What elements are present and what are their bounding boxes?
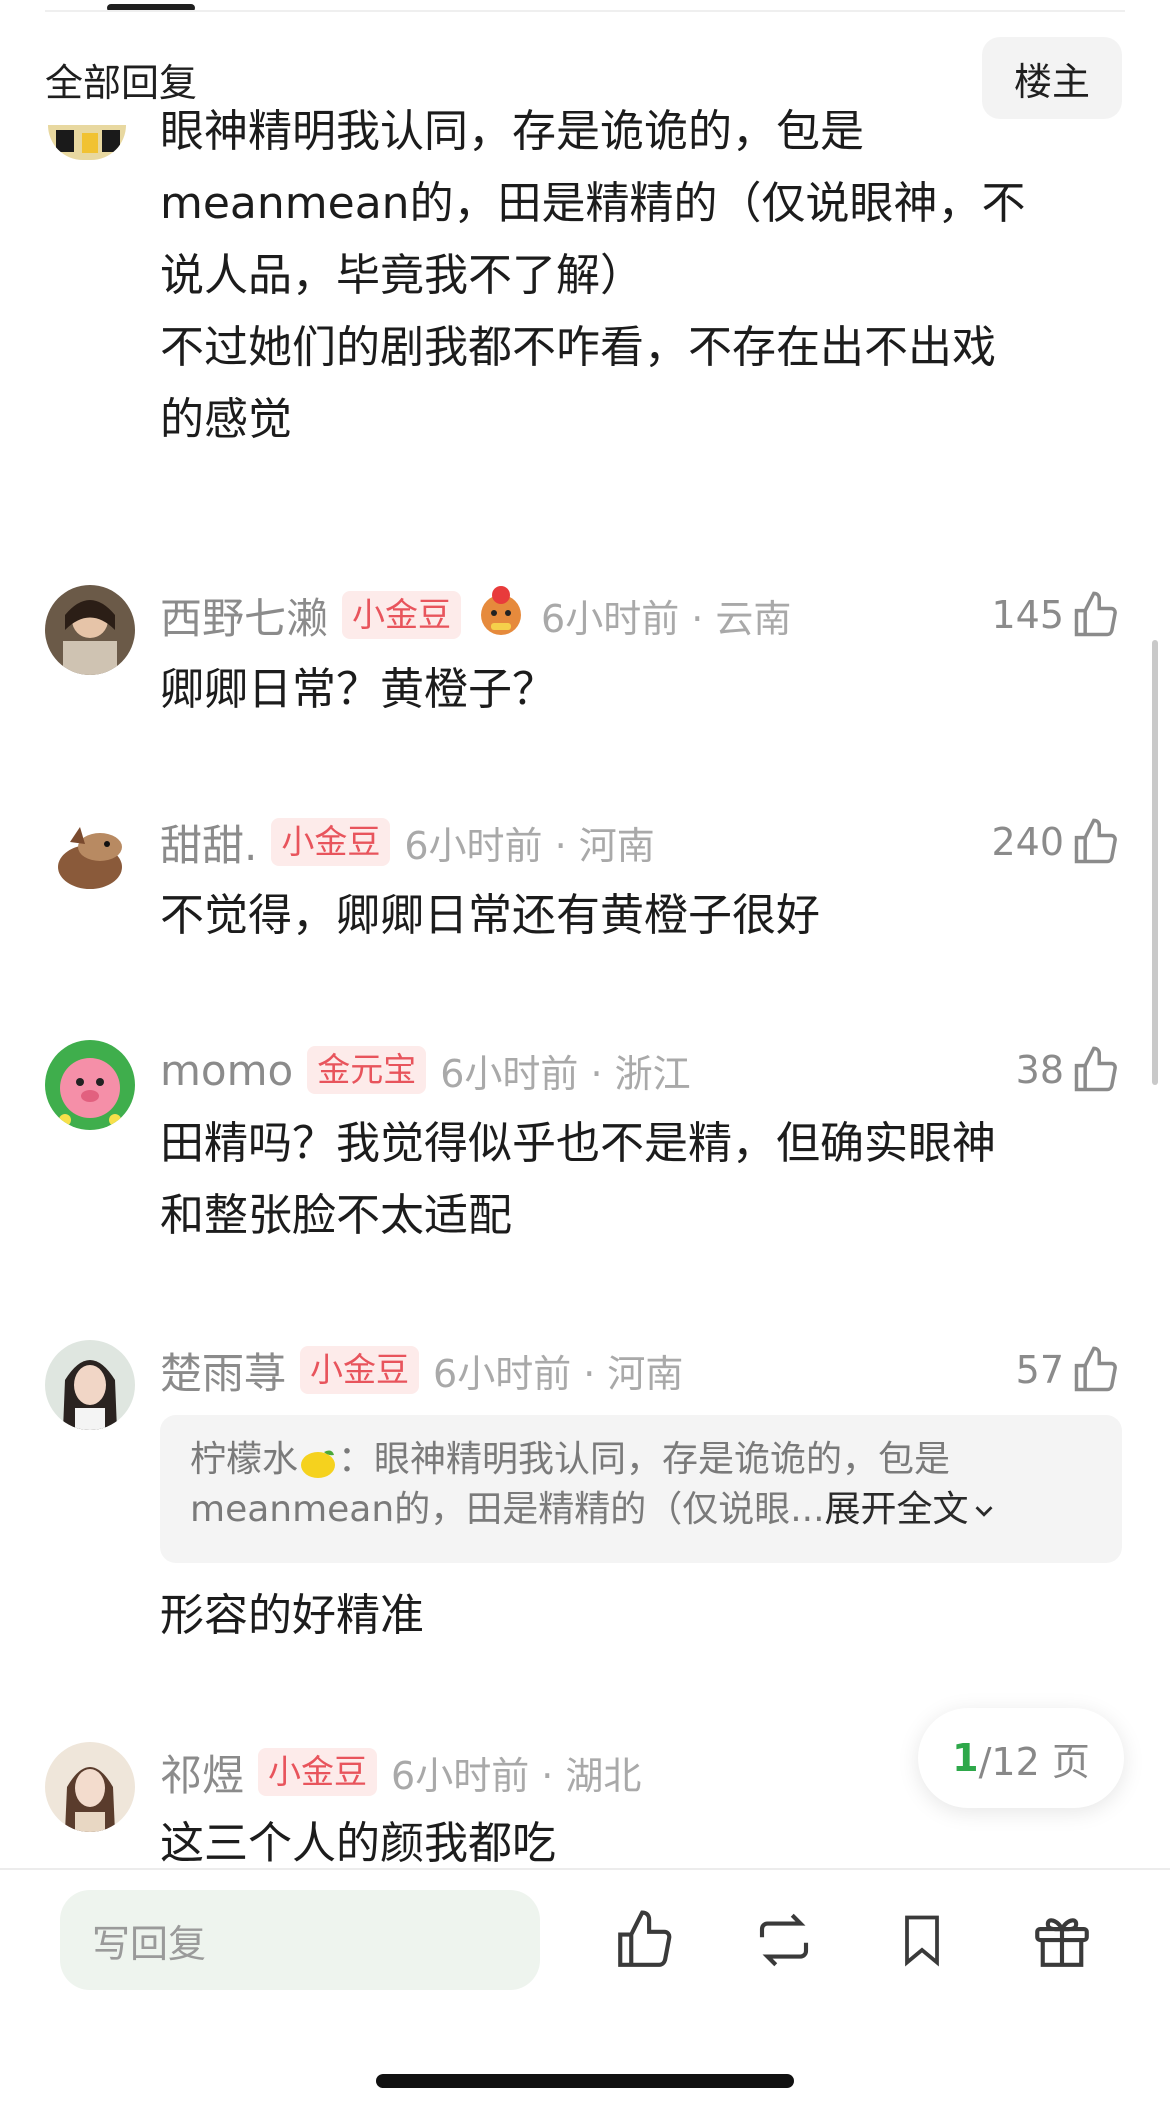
timestamp-location: 6小时前 · 湖北: [391, 1753, 642, 1798]
comment-text: 卿卿日常？黄橙子？: [160, 664, 556, 715]
username[interactable]: 甜甜.: [160, 812, 257, 873]
like-count: 240: [991, 820, 1064, 864]
home-indicator: [376, 2074, 794, 2088]
current-page: 1: [952, 1736, 979, 1780]
like-count: 57: [1015, 1348, 1064, 1392]
username[interactable]: momo: [160, 1046, 293, 1095]
status-badge: 小金豆: [271, 818, 391, 866]
comment-text: 形容的好精准: [160, 1590, 424, 1641]
quote-author[interactable]: 柠檬水: [190, 1439, 298, 1480]
mascot-icon: [475, 583, 527, 647]
status-badge: 小金豆: [300, 1346, 420, 1394]
expand-full-text-link[interactable]: 展开全文: [825, 1489, 969, 1530]
quoted-comment[interactable]: 柠檬水 ：眼神精明我认同，存是诡诡的，包是 meanmean的，田是精精的（仅说眼…: [160, 1415, 1122, 1563]
status-badge: 小金豆: [258, 1748, 378, 1796]
comment-text: 眼神精明我认同，存是诡诡的，包是 meanmean的，田是精精的（仅说眼神，不 …: [160, 106, 1026, 445]
like-button[interactable]: [605, 1900, 685, 1980]
bookmark-icon: [905, 1915, 939, 1967]
avatar[interactable]: [45, 1742, 135, 1832]
timestamp-location: 6小时前 · 河南: [404, 823, 655, 868]
avatar[interactable]: [45, 1040, 135, 1130]
username[interactable]: 楚雨荨: [160, 1340, 286, 1401]
avatar[interactable]: [48, 125, 126, 160]
avatar[interactable]: [45, 585, 135, 675]
gift-button[interactable]: [1022, 1900, 1102, 1980]
comment-text: 田精吗？我觉得似乎也不是精，但确实眼神 和整张脸不太适配: [160, 1118, 996, 1241]
like-button[interactable]: 145: [991, 585, 1122, 645]
thumbs-up-icon: [618, 1910, 672, 1967]
page-indicator[interactable]: 1 /12 页: [918, 1708, 1124, 1808]
chevron-down-icon: [975, 1506, 993, 1517]
status-badge: 小金豆: [342, 591, 462, 639]
comment-text: 不觉得，卿卿日常还有黄橙子很好: [160, 890, 820, 941]
username[interactable]: 西野七濑: [160, 585, 328, 646]
total-pages: /12 页: [978, 1739, 1090, 1784]
thumbs-up-icon: [1074, 1346, 1117, 1392]
thumbs-up-icon: [1074, 1046, 1117, 1092]
timestamp-location: 6小时前 · 河南: [433, 1351, 684, 1396]
status-badge: 金元宝: [307, 1046, 427, 1094]
repost-button[interactable]: [744, 1900, 824, 1980]
timestamp-location: 6小时前 · 浙江: [440, 1051, 691, 1096]
avatar[interactable]: [45, 1340, 135, 1430]
avatar[interactable]: [45, 812, 135, 902]
timestamp-location: 6小时前 · 云南: [541, 596, 792, 641]
like-count: 38: [1015, 1048, 1064, 1092]
username[interactable]: 祁煜: [160, 1742, 244, 1803]
like-button[interactable]: 240: [991, 812, 1122, 872]
divider: [45, 10, 1125, 12]
reply-input[interactable]: 写回复: [60, 1890, 540, 1990]
thumbs-up-icon: [1074, 591, 1117, 637]
bookmark-button[interactable]: [882, 1900, 962, 1980]
lemon-icon: [298, 1444, 338, 1478]
quote-line: ：眼神精明我认同，存是诡诡的，包是: [338, 1439, 951, 1480]
quote-line: meanmean的，田是精精的（仅说眼...: [190, 1489, 825, 1530]
gift-icon: [1035, 1918, 1089, 1967]
scrollbar[interactable]: [1152, 640, 1158, 1085]
thumbs-up-icon: [1074, 818, 1117, 864]
like-button[interactable]: 57: [1016, 1340, 1122, 1400]
repost-icon: [759, 1913, 809, 1967]
like-button[interactable]: 38: [1016, 1040, 1122, 1100]
like-count: 145: [991, 593, 1064, 637]
